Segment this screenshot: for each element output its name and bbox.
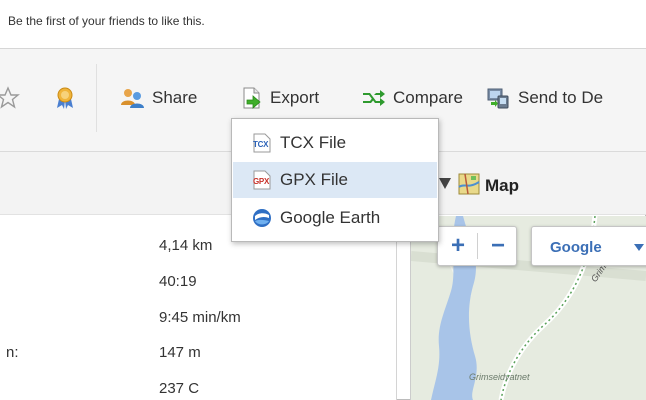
map-panel-title: Map: [485, 176, 519, 195]
stat-time-value: 40:19: [159, 273, 197, 290]
send-to-device-label: Send to De: [518, 88, 604, 107]
stat-label-partial: n:: [6, 344, 19, 361]
social-like-bar: Be the first of your friends to like thi…: [0, 0, 646, 48]
compare-button[interactable]: Compare: [361, 86, 463, 110]
tcx-file-icon: TCX: [252, 133, 272, 153]
google-earth-label: Google Earth: [280, 208, 381, 227]
compare-label: Compare: [393, 88, 463, 107]
stat-pace-value: 9:45 min/km: [159, 309, 241, 326]
toolbar-separator: [96, 64, 97, 132]
map-type-select[interactable]: Google: [531, 226, 646, 266]
gpx-file-icon: GPX: [252, 170, 272, 190]
send-to-device-button[interactable]: Send to De: [486, 86, 603, 110]
stat-calories-value: 237 C: [159, 380, 200, 397]
stat-distance-value: 4,14 km: [159, 237, 213, 254]
export-menu-item-gpx[interactable]: GPX GPX File: [233, 162, 437, 198]
share-label: Share: [152, 88, 198, 107]
like-text: Be the first of your friends to like thi…: [8, 14, 205, 28]
map-zoom-control: + −: [437, 226, 517, 266]
chevron-down-icon: [634, 244, 644, 251]
collapse-triangle-icon[interactable]: [439, 178, 451, 189]
export-menu-item-tcx[interactable]: TCX TCX File: [233, 125, 437, 161]
share-users-icon: [121, 89, 144, 108]
send-to-device-icon: [487, 88, 509, 109]
award-button[interactable]: [54, 86, 76, 110]
gpx-file-label: GPX File: [280, 170, 349, 189]
gpx-icon-text: GPX: [253, 177, 269, 186]
map-type-label: Google: [550, 239, 602, 256]
tcx-file-label: TCX File: [280, 133, 347, 152]
stats-panel: n: 4,14 km 40:19 9:45 min/km 147 m 237 C: [0, 215, 396, 400]
export-dropdown-menu: TCX TCX File GPX GPX File Google Earth: [231, 118, 439, 242]
tcx-icon-text: TCX: [253, 140, 269, 149]
stat-elevation-value: 147 m: [159, 344, 201, 361]
zoom-out-button[interactable]: −: [478, 227, 518, 265]
export-menu-item-google-earth[interactable]: Google Earth: [233, 200, 437, 236]
export-document-icon: [243, 87, 261, 109]
export-button[interactable]: Export: [240, 86, 319, 110]
lake-label: Grimseidvatnet: [469, 372, 530, 382]
star-icon: [0, 86, 20, 109]
google-earth-icon: [252, 208, 272, 228]
export-label: Export: [270, 88, 320, 107]
map-icon: [458, 173, 480, 195]
award-icon: [57, 87, 73, 109]
zoom-in-button[interactable]: +: [438, 227, 478, 265]
share-button[interactable]: Share: [120, 86, 197, 110]
compare-arrows-icon: [363, 90, 385, 106]
favorite-star-button[interactable]: [0, 86, 26, 110]
